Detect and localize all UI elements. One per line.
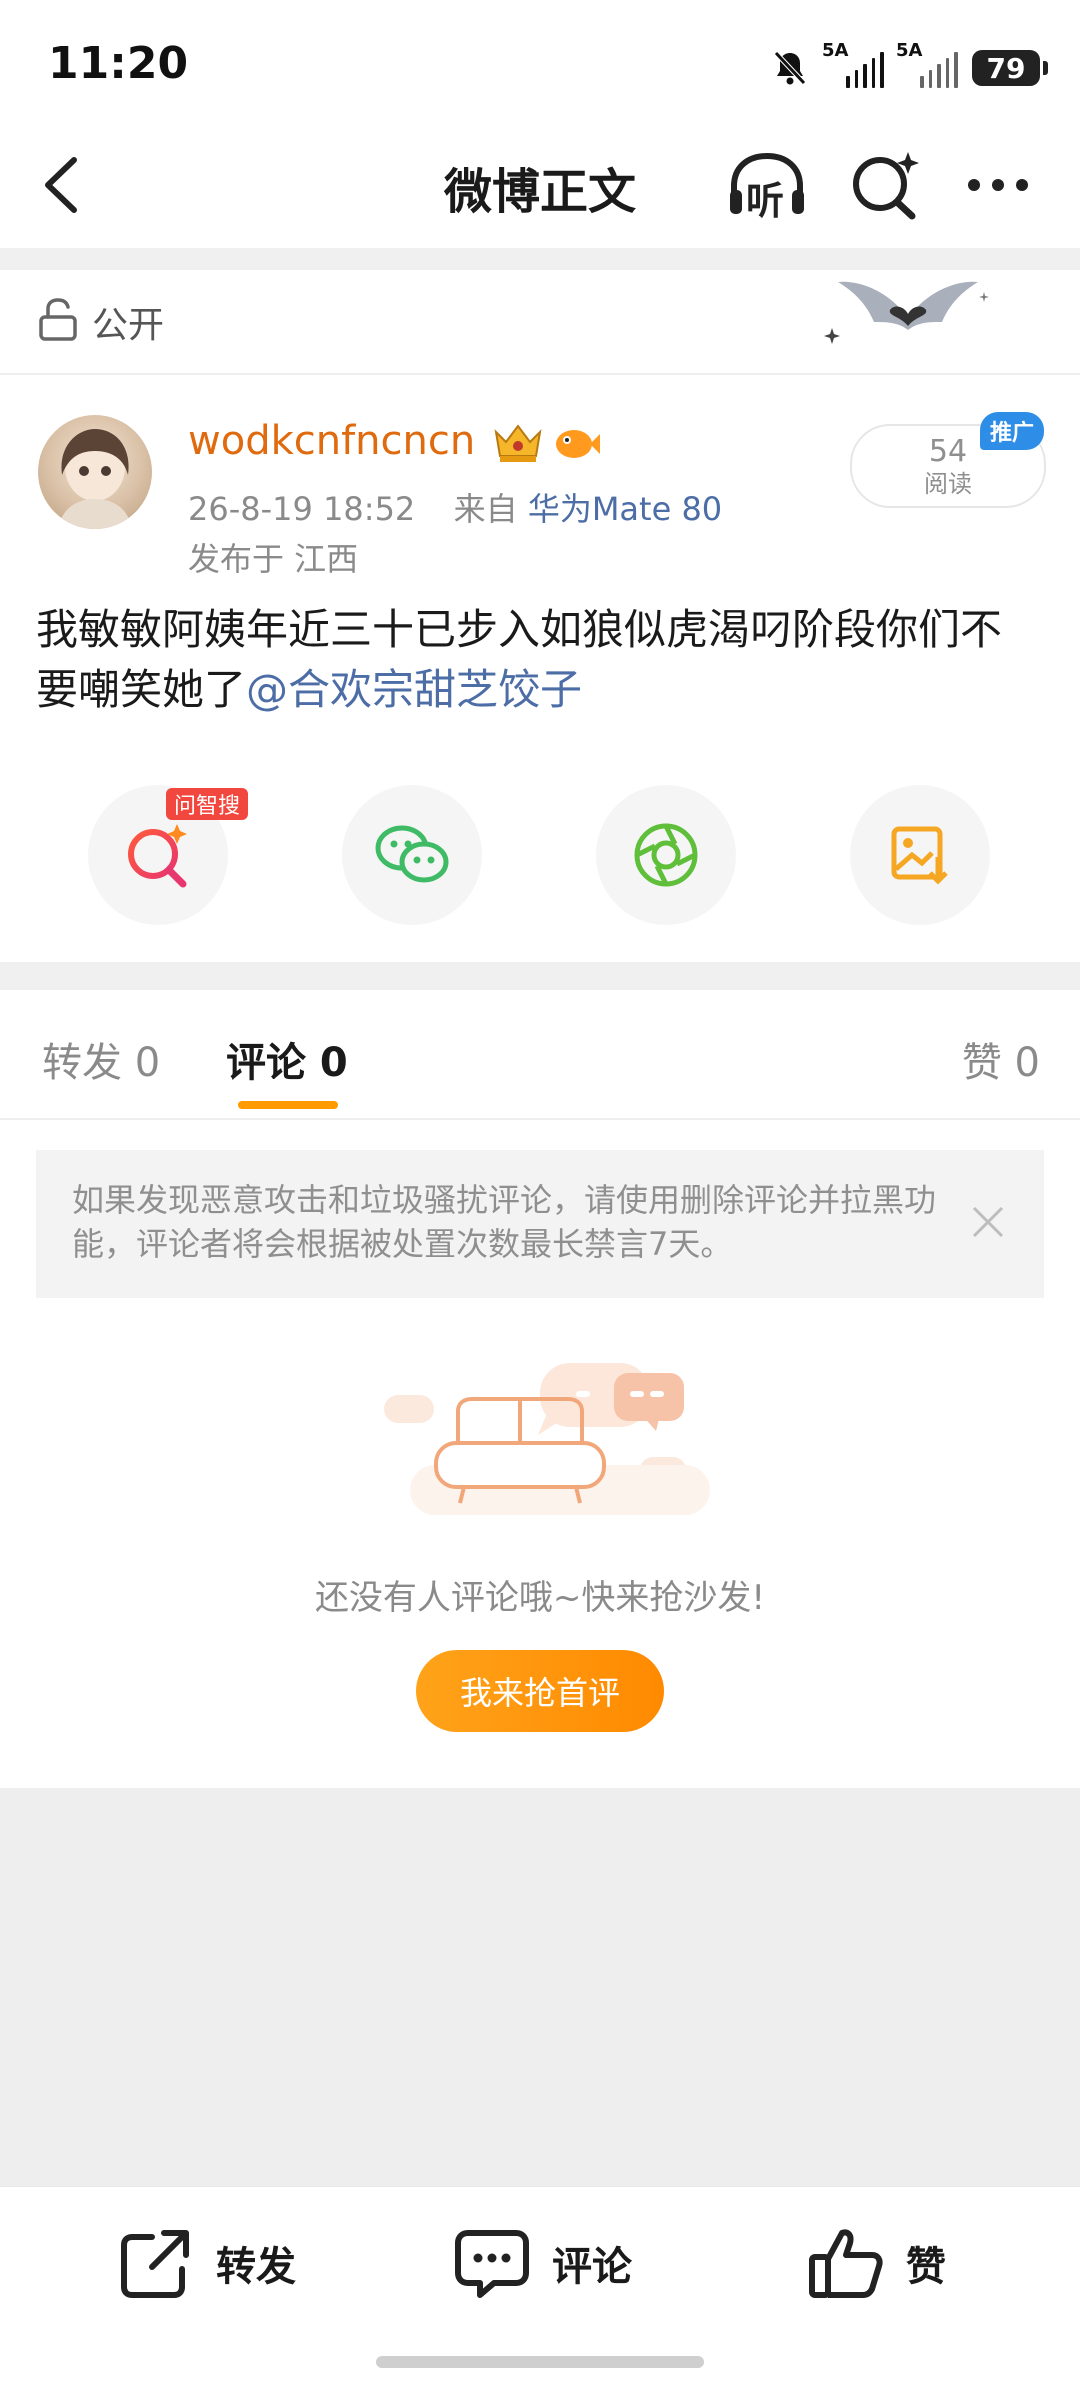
- avatar[interactable]: [38, 415, 152, 529]
- winged-heart-decoration: [824, 281, 989, 344]
- repost-button[interactable]: 转发: [118, 2225, 296, 2301]
- status-icons: 5A 5A 79: [770, 40, 1048, 94]
- mention-link[interactable]: @合欢宗甜芝饺子: [246, 665, 582, 714]
- moments-icon: [634, 823, 698, 887]
- tab-comment[interactable]: 评论 0: [226, 1030, 348, 1088]
- thumbs-up-icon: [809, 2229, 883, 2298]
- fish-badge-icon: [556, 430, 600, 458]
- repost-icon: [121, 2230, 189, 2298]
- signal-icon: 5A: [896, 40, 958, 88]
- status-time: 11:20: [48, 38, 189, 89]
- battery-level: 79: [986, 51, 1026, 85]
- close-icon[interactable]: [968, 1202, 1008, 1242]
- like-label: 赞: [906, 2244, 946, 2290]
- wechat-icon: [375, 825, 449, 883]
- comment-notice: 如果发现恶意攻击和垃圾骚扰评论，请使用删除评论并拉黑功能，评论者将会根据被处置次…: [36, 1150, 1044, 1298]
- empty-background-area: [0, 1788, 1080, 2186]
- post-device[interactable]: 华为Mate 80: [528, 490, 722, 528]
- tab-like[interactable]: 赞 0: [962, 1030, 1040, 1088]
- post-meta: 26-8-19 18:52 来自 华为Mate 80: [188, 484, 722, 530]
- notice-text: 如果发现恶意攻击和垃圾骚扰评论，请使用删除评论并拉黑功能，评论者将会根据被处置次…: [72, 1181, 937, 1263]
- section-divider: [0, 248, 1080, 270]
- visibility-label: 公开: [92, 305, 165, 346]
- signal-label: 5A: [822, 40, 849, 61]
- ai-search-tag: 问智搜: [166, 788, 249, 820]
- post-from-prefix: 来自: [453, 490, 518, 528]
- comment-button[interactable]: 评论: [454, 2225, 632, 2301]
- ai-search-icon: [128, 824, 187, 888]
- active-tab-indicator: [238, 1101, 338, 1109]
- repost-label: 转发: [216, 2244, 296, 2290]
- save-image-icon: [891, 826, 948, 885]
- moments-share-button[interactable]: [596, 785, 736, 925]
- comment-label: 评论: [552, 2244, 632, 2290]
- read-label: 阅读: [924, 470, 972, 498]
- crown-badge-icon: [494, 424, 542, 462]
- username[interactable]: wodkcnfncncn: [188, 418, 475, 464]
- wechat-share-button[interactable]: [342, 785, 482, 925]
- post-time: 26-8-19 18:52: [188, 490, 416, 528]
- post-body: 我敏敏阿姨年近三十已步入如狼似虎渴叼阶段你们不要嘲笑她了@合欢宗甜芝饺子: [36, 600, 1036, 720]
- divider: [0, 373, 1080, 375]
- battery-icon: 79: [972, 50, 1048, 86]
- signal-label: 5A: [896, 40, 923, 61]
- mute-bell-icon: [774, 51, 806, 85]
- section-divider: [0, 962, 1080, 990]
- post-location: 发布于 江西: [188, 540, 359, 578]
- listen-icon[interactable]: 听: [726, 150, 808, 223]
- empty-comments-text: 还没有人评论哦~快来抢沙发!: [314, 1578, 766, 1618]
- tab-repost[interactable]: 转发 0: [42, 1030, 160, 1088]
- save-image-share-button[interactable]: [850, 785, 990, 925]
- bottom-action-bar: 转发 评论 赞: [0, 2186, 1080, 2337]
- signal-icon: 5A: [822, 40, 884, 88]
- more-icon[interactable]: [966, 165, 1030, 205]
- comment-icon: [455, 2230, 529, 2298]
- first-comment-button[interactable]: 我来抢首评: [416, 1650, 664, 1732]
- unlock-icon: [39, 298, 77, 341]
- listen-label: 听: [746, 179, 785, 223]
- empty-sofa-illustration: [384, 1363, 710, 1515]
- home-indicator[interactable]: [376, 2356, 704, 2368]
- ai-search-icon[interactable]: [850, 150, 920, 220]
- promo-tag[interactable]: 推广: [980, 412, 1044, 450]
- like-button[interactable]: 赞: [808, 2225, 946, 2301]
- divider: [0, 1118, 1080, 1120]
